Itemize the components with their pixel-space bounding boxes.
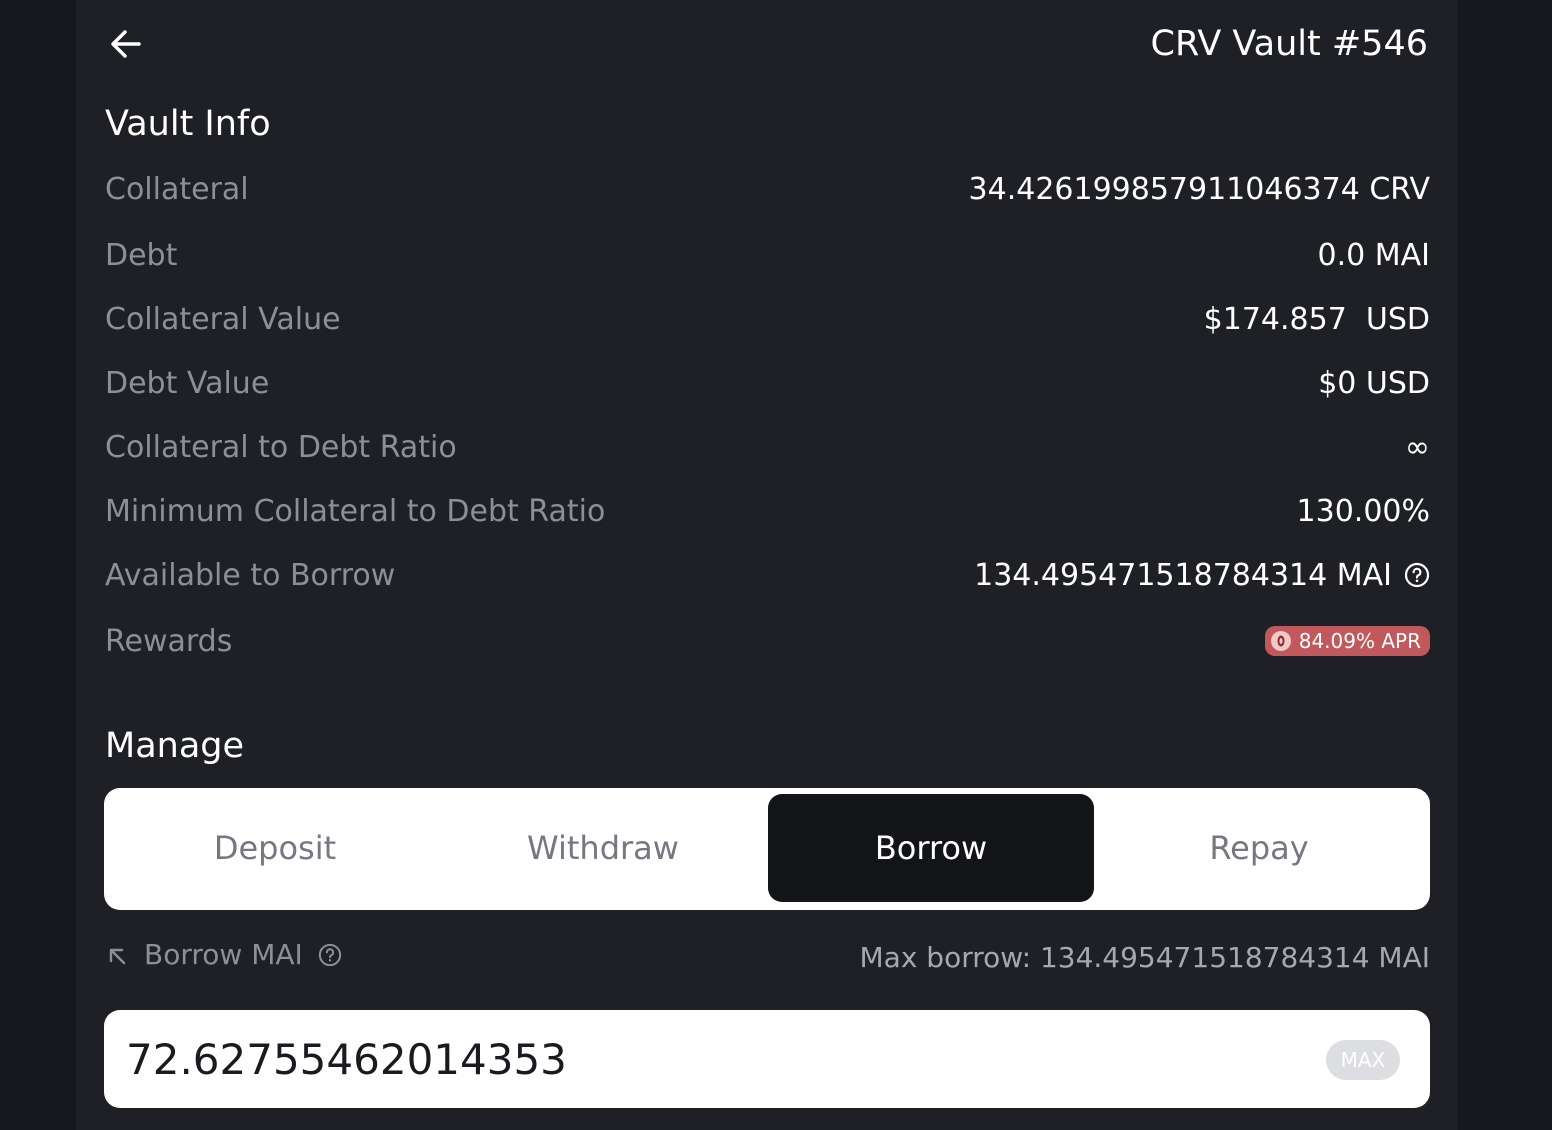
info-label: Debt Value [105, 365, 270, 401]
tab-repay[interactable]: Repay [1096, 794, 1422, 902]
tab-borrow[interactable]: Borrow [768, 794, 1094, 902]
info-label: Rewards [105, 623, 233, 659]
borrow-amount-box: MAX [104, 1010, 1430, 1108]
tab-deposit[interactable]: Deposit [112, 794, 438, 902]
info-row-rewards: Rewards 84.09% APR [105, 619, 1430, 663]
apr-badge[interactable]: 84.09% APR [1264, 626, 1430, 656]
info-row-available-to-borrow: Available to Borrow 134.495471518784314 … [105, 553, 1430, 597]
reward-token-icon [1270, 631, 1291, 651]
info-value: 0.0 MAI [1317, 237, 1431, 273]
vault-info-title: Vault Info [105, 104, 271, 144]
back-button[interactable] [106, 24, 146, 64]
info-value: $174.857 USD [1203, 301, 1430, 337]
help-circle-icon[interactable] [317, 942, 343, 968]
info-label: Available to Borrow [105, 557, 396, 593]
info-row-min-collateral-debt-ratio: Minimum Collateral to Debt Ratio 130.00% [105, 489, 1430, 533]
borrow-label: Borrow MAI [144, 938, 303, 971]
help-circle-icon[interactable] [1404, 562, 1430, 588]
apr-text: 84.09% APR [1298, 629, 1421, 653]
available-to-borrow-value: 134.495471518784314 MAI [974, 557, 1392, 593]
manage-title: Manage [105, 726, 245, 766]
borrow-label-row: Borrow MAI [106, 938, 343, 971]
arrow-left-icon [111, 30, 141, 58]
tab-withdraw[interactable]: Withdraw [440, 794, 766, 902]
info-value: ∞ [1405, 429, 1430, 465]
info-label: Collateral to Debt Ratio [105, 429, 457, 465]
info-value: 130.00% [1296, 493, 1430, 529]
info-row-collateral-debt-ratio: Collateral to Debt Ratio ∞ [105, 425, 1430, 469]
info-row-collateral-value: Collateral Value $174.857 USD [105, 297, 1430, 341]
info-row-debt-value: Debt Value $0 USD [105, 361, 1430, 405]
info-value: $0 USD [1318, 365, 1430, 401]
info-row-debt: Debt 0.0 MAI [105, 233, 1430, 277]
borrow-amount-input[interactable] [126, 1010, 1276, 1108]
info-label: Collateral [105, 171, 249, 207]
info-label: Collateral Value [105, 301, 341, 337]
info-label: Minimum Collateral to Debt Ratio [105, 493, 606, 529]
info-label: Debt [105, 237, 178, 273]
max-button[interactable]: MAX [1326, 1040, 1400, 1080]
page-title: CRV Vault #546 [1150, 24, 1428, 64]
info-row-collateral: Collateral 34.426199857911046374 CRV [105, 167, 1430, 211]
info-value-with-help: 134.495471518784314 MAI [974, 558, 1430, 593]
max-borrow-text: Max borrow: 134.495471518784314 MAI [859, 941, 1430, 974]
vault-panel: CRV Vault #546 Vault Info Collateral 34.… [76, 0, 1458, 1130]
manage-tabs: Deposit Withdraw Borrow Repay [104, 788, 1430, 910]
info-value: 34.426199857911046374 CRV [968, 171, 1430, 207]
arrow-up-left-icon [109, 948, 126, 964]
